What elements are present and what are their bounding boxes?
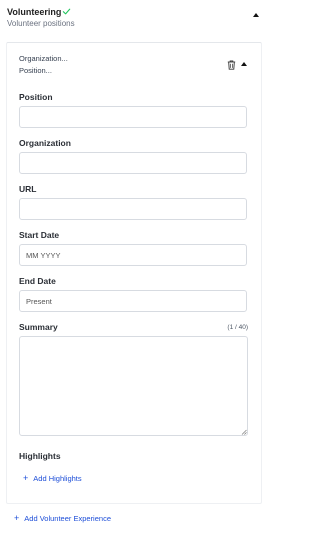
section-subtitle: Volunteer positions [7,19,75,28]
summary-label: Summary [19,322,58,332]
end-date-input[interactable] [19,290,247,312]
resize-grip-icon[interactable] [241,429,247,435]
section-title: Volunteering [7,7,62,17]
add-volunteer-experience-button[interactable]: + Add Volunteer Experience [14,513,111,524]
trash-icon[interactable] [227,60,236,70]
highlights-label: Highlights [19,451,61,461]
url-input[interactable] [19,198,247,220]
add-highlights-button[interactable]: + Add Highlights [23,473,82,484]
entry-summary-position: Position... [19,66,52,75]
add-highlights-label: Add Highlights [33,474,82,483]
position-label: Position [19,92,53,102]
entry-collapse-icon[interactable] [241,62,247,66]
organization-input[interactable] [19,152,247,174]
check-icon [62,8,71,15]
add-volunteer-experience-label: Add Volunteer Experience [24,514,111,523]
url-label: URL [19,184,37,194]
position-input[interactable] [19,106,247,128]
entry-summary-organization: Organization... [19,54,68,63]
plus-icon: + [23,473,29,483]
section-header[interactable]: Volunteering Volunteer positions [0,0,276,36]
end-date-label: End Date [19,276,56,286]
start-date-input[interactable] [19,244,247,266]
organization-label: Organization [19,138,71,148]
start-date-label: Start Date [19,230,60,240]
section-collapse-icon[interactable] [253,13,259,17]
summary-textarea[interactable] [19,336,248,436]
plus-icon: + [14,513,20,523]
summary-character-counter: (1 / 40) [227,324,248,331]
